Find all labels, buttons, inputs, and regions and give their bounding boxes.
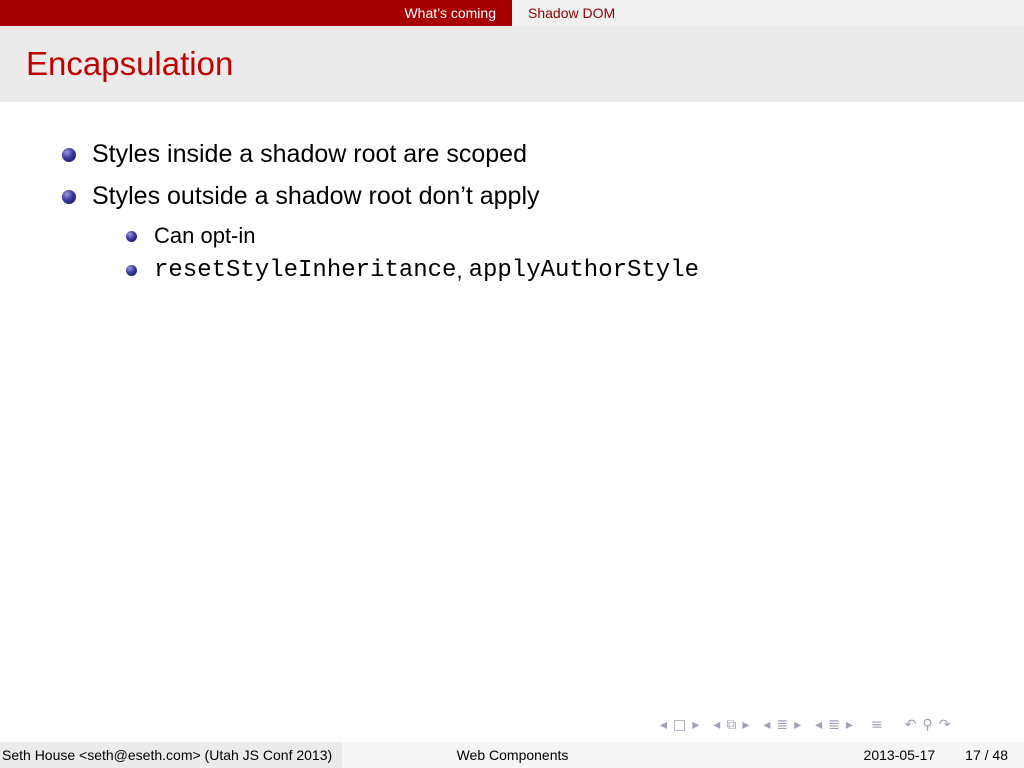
subbullet-ball-icon — [126, 230, 137, 242]
section-navigation: What’s coming Shadow DOM — [0, 0, 1024, 26]
bullet-text: Styles outside a shadow root don’t apply — [92, 182, 540, 210]
footer-title-text: Web Components — [456, 747, 569, 763]
code-separator: , — [456, 257, 463, 283]
nav-right-bar: Shadow DOM — [512, 0, 1024, 26]
nav-next-icon[interactable]: ▸ — [742, 717, 749, 733]
subbullet-item: resetStyleInheritance , applyAuthorStyle — [126, 257, 699, 284]
slide: What’s coming Shadow DOM Encapsulation S… — [0, 0, 1024, 768]
frame-title-bar: Encapsulation — [0, 26, 1024, 102]
subsection-icon[interactable]: ⧉ — [726, 717, 736, 733]
bullet-text: Styles inside a shadow root are scoped — [92, 140, 527, 168]
footer-author: Seth House <seth@eseth.com> (Utah JS Con… — [0, 742, 342, 768]
document-icon[interactable]: ≣ — [828, 717, 840, 733]
footer-date: 2013-05-17 — [863, 747, 936, 763]
nav-section-shadow-dom[interactable]: Shadow DOM — [528, 5, 615, 21]
bullet-item: Styles inside a shadow root are scoped — [62, 140, 527, 169]
nav-prev-icon[interactable]: ◂ — [660, 717, 667, 733]
toc-icon[interactable]: ≡ — [871, 717, 883, 733]
subbullet-text: Can opt-in — [154, 223, 256, 248]
search-icon[interactable]: ⚲ — [922, 717, 932, 733]
frame-title: Encapsulation — [26, 45, 234, 82]
footer-author-text: Seth House <seth@eseth.com> (Utah JS Con… — [2, 747, 333, 763]
frame-icon[interactable]: □ — [673, 717, 686, 733]
back-icon[interactable]: ↶ — [905, 717, 917, 733]
bullet-ball-icon — [62, 147, 76, 162]
footer-title: Web Components — [342, 742, 683, 768]
bullet-ball-icon — [62, 189, 76, 204]
subbullet-ball-icon — [126, 265, 137, 276]
footer-right: 2013-05-17 17 / 48 — [683, 742, 1024, 768]
nav-next-icon[interactable]: ▸ — [692, 717, 699, 733]
nav-prev-icon[interactable]: ◂ — [713, 717, 720, 733]
nav-next-icon[interactable]: ▸ — [846, 717, 853, 733]
footer-page-number: 17 / 48 — [965, 747, 1008, 763]
nav-prev-icon[interactable]: ◂ — [763, 717, 770, 733]
nav-section-whats-coming[interactable]: What’s coming — [404, 5, 496, 21]
nav-next-icon[interactable]: ▸ — [794, 717, 801, 733]
nav-left-bar: What’s coming — [0, 0, 512, 26]
forward-icon[interactable]: ↷ — [939, 717, 951, 733]
bullet-item: Styles outside a shadow root don’t apply — [62, 182, 540, 211]
subbullet-item: Can opt-in — [126, 223, 256, 249]
slide-footer: Seth House <seth@eseth.com> (Utah JS Con… — [0, 742, 1024, 768]
code-apply-author-style: applyAuthorStyle — [468, 257, 700, 284]
section-icon[interactable]: ≣ — [776, 717, 788, 733]
nav-prev-icon[interactable]: ◂ — [815, 717, 822, 733]
beamer-nav-symbols: ◂ □ ▸ ◂ ⧉ ▸ ◂ ≣ ▸ ◂ ≣ ▸ ≡ ↶ ⚲ ↷ — [660, 712, 1024, 738]
code-reset-style-inheritance: resetStyleInheritance — [154, 257, 457, 284]
